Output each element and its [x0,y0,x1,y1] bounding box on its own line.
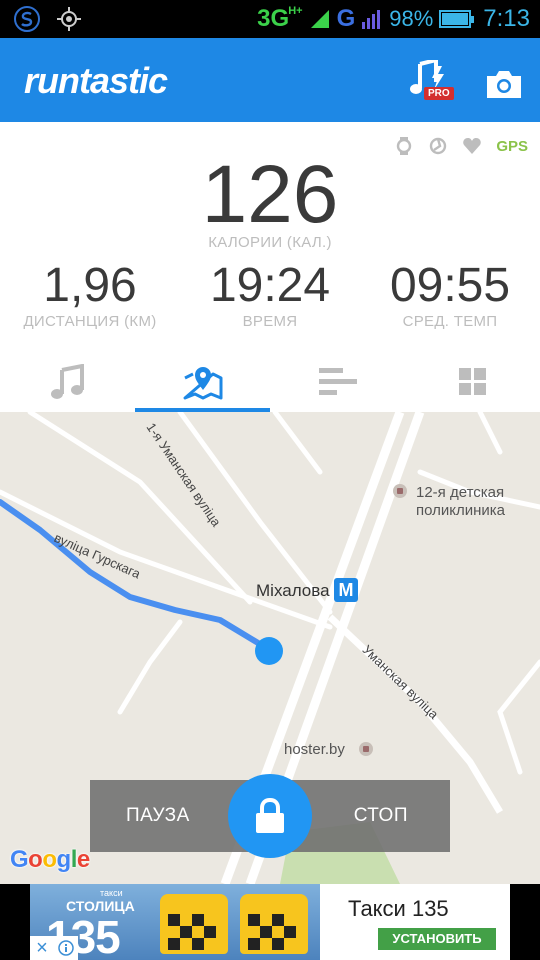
pro-badge: PRO [424,87,454,100]
ad-info-icon[interactable] [54,936,78,960]
ad-title: Такси 135 [348,896,449,921]
pace-value: 09:55 [389,259,511,312]
network-type-3g: 3GH+ [257,5,303,32]
calories-label: КАЛОРИИ (КАЛ.) [208,234,332,251]
splits-icon [318,368,357,395]
calories-value: 126 [201,149,339,240]
metro-icon[interactable]: M [334,578,358,602]
camera-icon [487,71,521,98]
network-type-g: G [336,5,356,32]
tab-map[interactable] [135,352,270,412]
poi-hoster-label: hoster.by [284,741,345,758]
distance-value: 1,96 [43,259,137,312]
distance-label: ДИСТАНЦИЯ (КМ) [23,313,157,330]
map-view[interactable]: 1-я Уманская вуліца вуліца Гурскага Уман… [0,412,540,884]
music-pro-button[interactable]: PRO [408,57,456,104]
tab-bar [0,352,540,412]
taxi-sign-icon-2 [240,894,308,954]
pause-button[interactable]: ПАУЗА [126,780,190,852]
runtastic-logo: runtastic [24,60,168,101]
time-metric: 19:24 ВРЕМЯ [180,258,360,330]
metro-station-name: Міхалова [256,581,330,600]
signal-icon [310,10,329,28]
time-value: 19:24 [209,259,331,312]
camera-button[interactable] [484,68,524,100]
dashboard-icon [458,368,486,395]
time-label: ВРЕМЯ [242,313,298,330]
ad-banner: такси СТОЛИЦА 135 Такси 135 УСТАНОВИТЬ × [0,884,540,960]
poi-clinic-marker[interactable] [393,484,407,498]
status-bar: 3GH+ G 98% 7:13 [0,0,540,38]
lock-icon [256,798,284,833]
signal-icon-2 [362,10,381,29]
ad-close-icon[interactable]: × [30,936,54,960]
clock: 7:13 [483,5,530,32]
location-target-icon [56,6,82,32]
app-notification-icon [14,6,40,32]
app-bar: runtastic PRO [0,38,540,122]
tab-splits[interactable] [270,352,405,412]
poi-clinic-label-2: поликлиника [416,502,506,519]
pace-label: СРЕД. ТЕМП [402,313,498,330]
battery-percent: 98% [389,6,434,31]
tab-dashboard[interactable] [405,352,540,412]
distance-metric: 1,96 ДИСТАНЦИЯ (КМ) [0,258,180,330]
pace-metric: 09:55 СРЕД. ТЕМП [360,258,540,330]
ad-content[interactable]: такси СТОЛИЦА 135 Такси 135 УСТАНОВИТЬ × [30,884,510,960]
poi-hoster-marker[interactable] [359,742,373,756]
current-location-dot [255,637,283,665]
music-icon [50,364,84,399]
lock-button[interactable] [228,774,312,858]
battery-icon [439,10,475,28]
tab-music[interactable] [0,352,135,412]
ad-install-button[interactable]: УСТАНОВИТЬ [378,928,496,950]
google-logo: Google [10,846,90,873]
poi-clinic-label-1: 12-я детская [416,484,505,501]
stop-button[interactable]: СТОП [354,780,408,852]
taxi-sign-icon [160,894,228,954]
ad-brand-small: такси [100,888,123,898]
stats-panel: GPS 126 КАЛОРИИ (КАЛ.) 1,96 ДИСТАНЦИЯ (К… [0,122,540,412]
map-icon [183,367,222,400]
